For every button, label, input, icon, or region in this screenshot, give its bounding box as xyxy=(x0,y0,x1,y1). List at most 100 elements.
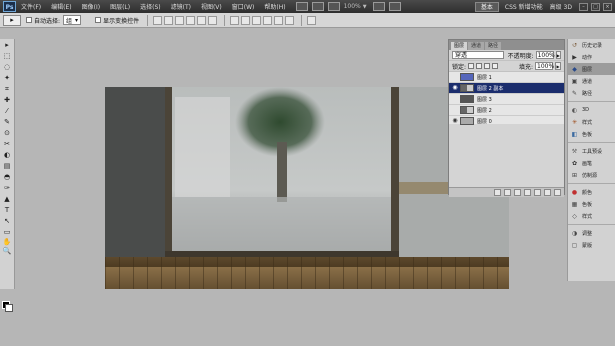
quick-selection-tool-icon[interactable]: ✦ xyxy=(1,73,13,83)
gradient-tool-icon[interactable]: ▤ xyxy=(1,161,13,171)
close-button[interactable]: × xyxy=(603,2,612,11)
tab-paths[interactable]: 路径 xyxy=(485,42,502,50)
shape-tool-icon[interactable]: ▭ xyxy=(1,227,13,237)
zoom-level-dropdown[interactable]: 100% ▼ xyxy=(344,3,367,10)
menu-help[interactable]: 帮助(H) xyxy=(264,2,285,11)
visibility-eye-icon[interactable]: ◉ xyxy=(451,117,459,125)
tab-channels[interactable]: 通道 xyxy=(468,42,485,50)
rotate-view-icon[interactable] xyxy=(388,2,401,11)
dock-item[interactable]: ↺ 历史记录 xyxy=(568,39,615,51)
align-top-button[interactable] xyxy=(153,15,163,25)
lasso-tool-icon[interactable]: ◌ xyxy=(1,62,13,72)
tab-layers[interactable]: 图层 xyxy=(451,42,468,50)
layer-style-icon[interactable] xyxy=(504,189,511,196)
visibility-eye-icon[interactable] xyxy=(451,73,459,81)
dock-item[interactable]: ▦ 色板 xyxy=(568,198,615,210)
auto-select-checkbox[interactable] xyxy=(26,17,32,23)
menu-layer[interactable]: 图层(L) xyxy=(110,2,130,11)
align-right-button[interactable] xyxy=(208,15,218,25)
eraser-tool-icon[interactable]: ◐ xyxy=(1,150,13,160)
distribute-hcenter-button[interactable] xyxy=(274,15,284,25)
menu-view[interactable]: 视图(V) xyxy=(201,2,222,11)
opacity-arrow-icon[interactable]: ▶ xyxy=(555,51,561,59)
align-bottom-button[interactable] xyxy=(175,15,185,25)
auto-align-layers-button[interactable] xyxy=(307,15,317,25)
dock-item[interactable]: ✿ 画笔 xyxy=(568,157,615,169)
menu-window[interactable]: 窗口(W) xyxy=(232,2,255,11)
blur-tool-icon[interactable]: ◓ xyxy=(1,172,13,182)
type-tool-icon[interactable]: T xyxy=(1,205,13,215)
align-vcenter-button[interactable] xyxy=(164,15,174,25)
menu-file[interactable]: 文件(F) xyxy=(21,2,41,11)
hand-tool-icon[interactable]: ✋ xyxy=(1,238,13,246)
visibility-eye-icon[interactable] xyxy=(451,95,459,103)
blend-mode-dropdown[interactable]: 穿透 xyxy=(452,51,504,59)
add-mask-icon[interactable] xyxy=(514,189,521,196)
lock-transparent-icon[interactable] xyxy=(468,63,475,69)
dock-item[interactable]: ⚒ 工具预设 xyxy=(568,145,615,157)
distribute-top-button[interactable] xyxy=(230,15,240,25)
minimize-button[interactable]: – xyxy=(579,2,588,11)
workspace-essentials-button[interactable]: 基本 xyxy=(474,1,499,12)
path-selection-tool-icon[interactable]: ↖ xyxy=(1,216,13,226)
marquee-tool-icon[interactable]: ⬚ xyxy=(1,51,13,61)
distribute-vcenter-button[interactable] xyxy=(241,15,251,25)
lock-position-icon[interactable] xyxy=(484,63,491,69)
history-brush-tool-icon[interactable]: ✂ xyxy=(1,139,13,149)
distribute-bottom-button[interactable] xyxy=(252,15,262,25)
dock-item[interactable]: ◐ 3D xyxy=(568,104,615,116)
maximize-button[interactable]: □ xyxy=(591,2,600,11)
layer-row[interactable]: 图层 2 xyxy=(449,105,564,116)
crop-tool-icon[interactable]: ⌗ xyxy=(1,84,13,94)
dock-item[interactable]: ⊞ 仿制源 xyxy=(568,169,615,181)
dodge-tool-icon[interactable]: ✑ xyxy=(1,183,13,193)
align-hcenter-button[interactable] xyxy=(197,15,207,25)
zoom-tool-icon[interactable]: 🔍 xyxy=(1,247,13,255)
distribute-right-button[interactable] xyxy=(285,15,295,25)
show-transform-checkbox[interactable] xyxy=(95,17,102,23)
dock-item[interactable]: ▶ 动作 xyxy=(568,51,615,63)
menu-filter[interactable]: 滤镜(T) xyxy=(171,2,191,11)
dock-item[interactable]: ✎ 路径 xyxy=(568,87,615,99)
fill-input[interactable]: 100% xyxy=(535,62,554,70)
lock-pixels-icon[interactable] xyxy=(476,63,483,69)
layer-row[interactable]: 图层 1 xyxy=(449,72,564,83)
workspace-css-link[interactable]: CSS 新增功能 xyxy=(505,2,543,11)
dock-item[interactable]: ◧ 色板 xyxy=(568,128,615,140)
menu-image[interactable]: 图像(I) xyxy=(82,2,100,11)
brush-tool-icon[interactable]: ✎ xyxy=(1,117,13,127)
workspace-3d-link[interactable]: 高级 3D xyxy=(550,2,572,11)
align-left-button[interactable] xyxy=(186,15,196,25)
new-layer-icon[interactable] xyxy=(544,189,551,196)
dock-item[interactable]: ✳ 样式 xyxy=(568,116,615,128)
hand-tool-icon[interactable] xyxy=(372,2,385,11)
eyedropper-tool-icon[interactable]: ✚ xyxy=(1,95,13,105)
auto-select-dropdown[interactable]: 组 ▾ xyxy=(63,15,82,25)
fill-arrow-icon[interactable]: ▶ xyxy=(555,62,561,70)
spot-healing-tool-icon[interactable]: ⁄ xyxy=(1,106,13,116)
view-extras-icon[interactable] xyxy=(327,2,340,11)
visibility-eye-icon[interactable] xyxy=(451,106,459,114)
delete-layer-icon[interactable] xyxy=(554,189,561,196)
pen-tool-icon[interactable]: ▲ xyxy=(1,194,13,204)
background-color-swatch[interactable] xyxy=(5,304,13,312)
distribute-left-button[interactable] xyxy=(263,15,273,25)
layer-row[interactable]: 图层 3 xyxy=(449,94,564,105)
tool-preset-picker[interactable]: ▸ xyxy=(3,14,21,26)
dock-item[interactable]: ▣ 通道 xyxy=(568,75,615,87)
layer-row[interactable]: ◉ 图层 2 副本 xyxy=(449,83,564,94)
menu-edit[interactable]: 编辑(E) xyxy=(51,2,71,11)
dock-item[interactable]: ● 颜色 xyxy=(568,186,615,198)
launch-bridge-icon[interactable] xyxy=(295,2,308,11)
opacity-input[interactable]: 100% xyxy=(535,51,555,59)
new-group-icon[interactable] xyxy=(534,189,541,196)
clone-stamp-tool-icon[interactable]: ⊙ xyxy=(1,128,13,138)
menu-select[interactable]: 选择(S) xyxy=(140,2,161,11)
launch-minibridge-icon[interactable] xyxy=(311,2,324,11)
move-tool-icon[interactable]: ▸ xyxy=(1,40,13,50)
dock-item[interactable]: ▢ 蒙版 xyxy=(568,239,615,251)
visibility-eye-icon[interactable]: ◉ xyxy=(451,84,459,92)
dock-item[interactable]: ◆ 图层 xyxy=(568,63,615,75)
dock-item[interactable]: ◇ 样式 xyxy=(568,210,615,222)
link-layers-icon[interactable] xyxy=(494,189,501,196)
